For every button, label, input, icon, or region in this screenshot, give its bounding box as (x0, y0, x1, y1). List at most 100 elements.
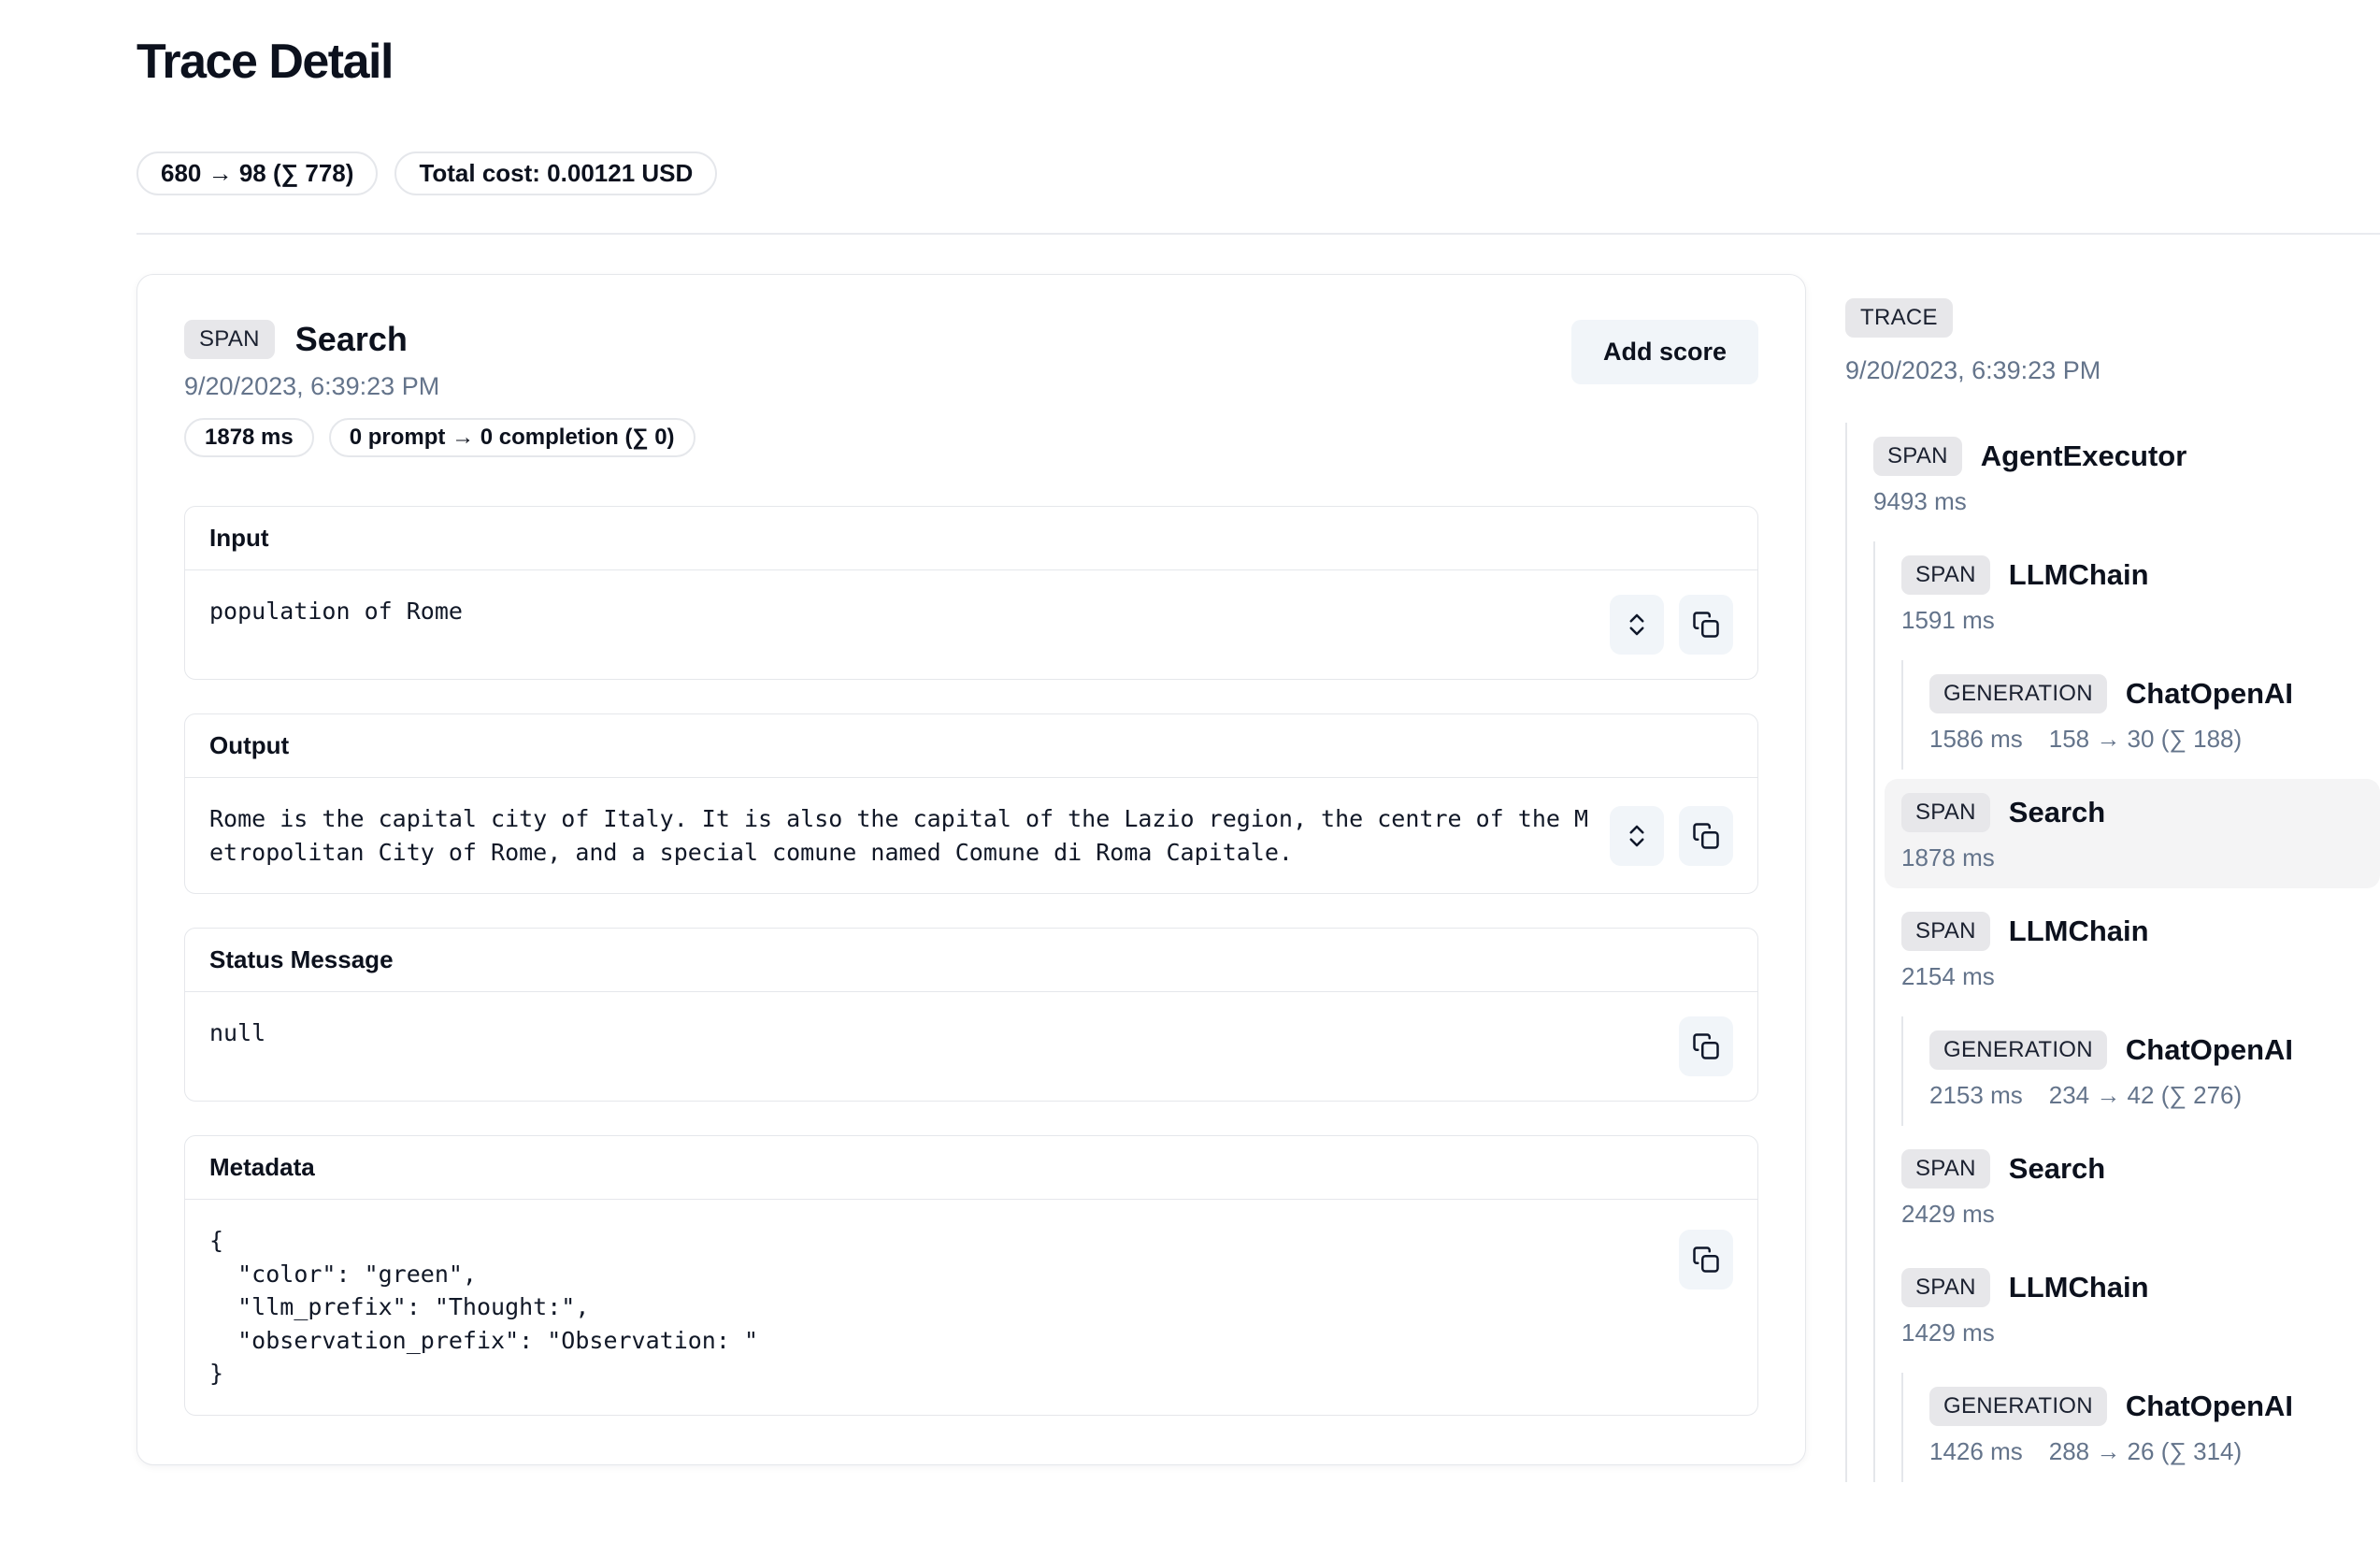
tree-children: SPAN LLMChain 1591 ms GENERATION ChatOpe… (1873, 541, 2380, 1482)
section-content: null (209, 1016, 1602, 1076)
tree-node-meta: 1591 ms (1901, 606, 2363, 635)
section-body: Rome is the capital city of Italy. It is… (185, 778, 1757, 893)
trace-timestamp: 9/20/2023, 6:39:23 PM (1845, 356, 2380, 385)
tree-node-meta: 1429 ms (1901, 1318, 2363, 1347)
header-divider (136, 233, 2380, 235)
copy-icon[interactable] (1679, 806, 1733, 866)
tree-node-latency: 1586 ms (1929, 725, 2023, 754)
tree-node-name: LLMChain (2009, 558, 2149, 592)
section-label: Metadata (185, 1136, 1757, 1200)
tree-node-latency: 2153 ms (1929, 1081, 2023, 1110)
tree-node-head[interactable]: SPAN LLMChain (1901, 555, 2363, 595)
observation-tree: SPAN AgentExecutor 9493 ms SPAN LLMChain… (1845, 423, 2380, 1482)
tree-node-latency: 2429 ms (1901, 1200, 1995, 1229)
tree-node-head[interactable]: GENERATION ChatOpenAI (1929, 674, 2363, 713)
tree-node-chatopenai[interactable]: GENERATION ChatOpenAI 2153 ms 234 → 42 (… (1913, 1016, 2380, 1126)
tree-node-name: ChatOpenAI (2126, 1390, 2293, 1423)
trace-tree-panel: TRACE 9/20/2023, 6:39:23 PM SPAN AgentEx… (1845, 274, 2380, 1491)
tree-node-head[interactable]: GENERATION ChatOpenAI (1929, 1387, 2363, 1426)
tree-node-head[interactable]: SPAN AgentExecutor (1873, 437, 2363, 476)
trace-tokens-badge: 680 → 98 (∑ 778) (136, 151, 378, 195)
tree-node-name: LLMChain (2009, 1271, 2149, 1304)
trace-summary-badges: 680 → 98 (∑ 778) Total cost: 0.00121 USD (136, 151, 2380, 195)
tree-node-llmchain[interactable]: SPAN LLMChain 1429 ms (1885, 1254, 2380, 1363)
section-label: Input (185, 507, 1757, 570)
span-latency-badge: 1878 ms (184, 418, 314, 457)
tree-node-meta: 1878 ms (1901, 843, 2363, 872)
tree-node-latency: 1429 ms (1901, 1318, 1995, 1347)
trace-cost-badge: Total cost: 0.00121 USD (394, 151, 717, 195)
tree-node-head[interactable]: GENERATION ChatOpenAI (1929, 1030, 2363, 1070)
tree-node-meta: 2153 ms 234 → 42 (∑ 276) (1929, 1081, 2363, 1110)
section-body: population of Rome (185, 570, 1757, 679)
tree-node-llmchain[interactable]: SPAN LLMChain 1591 ms (1885, 541, 2380, 651)
section-metadata: Metadata { "color": "green", "llm_prefix… (184, 1135, 1758, 1416)
add-score-button[interactable]: Add score (1571, 320, 1758, 384)
span-title-row: SPAN Search (184, 320, 695, 359)
tree-node-latency: 9493 ms (1873, 487, 1967, 516)
copy-icon[interactable] (1679, 595, 1733, 655)
section-content: { "color": "green", "llm_prefix": "Thoug… (209, 1224, 1602, 1390)
trace-type-badge: TRACE (1845, 298, 1953, 338)
tree-node-head[interactable]: SPAN LLMChain (1901, 912, 2363, 951)
tree-node-type-badge: SPAN (1901, 793, 1990, 832)
section-body: { "color": "green", "llm_prefix": "Thoug… (185, 1200, 1757, 1415)
tree-node-meta: 2429 ms (1901, 1200, 2363, 1229)
tree-node-latency: 2154 ms (1901, 962, 1995, 991)
tree-node-type-badge: GENERATION (1929, 1030, 2107, 1070)
tree-node-head[interactable]: SPAN Search (1901, 793, 2363, 832)
tree-children: GENERATION ChatOpenAI 2153 ms 234 → 42 (… (1901, 1016, 2380, 1126)
span-stat-pills: 1878 ms 0 prompt → 0 completion (∑ 0) (184, 418, 695, 457)
tree-node-meta: 1586 ms 158 → 30 (∑ 188) (1929, 725, 2363, 754)
tree-node-tokens: 288 → 26 (∑ 314) (2049, 1437, 2242, 1466)
span-type-badge: SPAN (184, 320, 275, 359)
tree-node-chatopenai[interactable]: GENERATION ChatOpenAI 1426 ms 288 → 26 (… (1913, 1373, 2380, 1482)
section-status-message: Status Message null (184, 928, 1758, 1102)
span-sections: Input population of Rome Output Rome is … (184, 506, 1758, 1416)
section-label: Output (185, 714, 1757, 778)
tree-node-search[interactable]: SPAN Search 2429 ms (1885, 1135, 2380, 1245)
section-content: population of Rome (209, 595, 1589, 655)
tree-node-type-badge: SPAN (1901, 1149, 1990, 1189)
span-detail-card: SPAN Search 9/20/2023, 6:39:23 PM 1878 m… (136, 274, 1806, 1465)
copy-icon[interactable] (1679, 1016, 1733, 1076)
tree-node-search[interactable]: SPAN Search 1878 ms (1885, 779, 2380, 888)
tree-node-head[interactable]: SPAN Search (1901, 1149, 2363, 1189)
tree-node-type-badge: SPAN (1901, 912, 1990, 951)
tree-node-meta: 1426 ms 288 → 26 (∑ 314) (1929, 1437, 2363, 1466)
tree-children: SPAN AgentExecutor 9493 ms SPAN LLMChain… (1845, 423, 2380, 1482)
span-card-header: SPAN Search 9/20/2023, 6:39:23 PM 1878 m… (184, 320, 1758, 457)
tree-node-name: Search (2009, 1152, 2105, 1186)
tree-node-type-badge: GENERATION (1929, 674, 2107, 713)
tree-children: GENERATION ChatOpenAI 1426 ms 288 → 26 (… (1901, 1373, 2380, 1482)
trace-root-item[interactable]: TRACE (1845, 298, 1953, 338)
tree-node-chatopenai[interactable]: GENERATION ChatOpenAI 1586 ms 158 → 30 (… (1913, 660, 2380, 770)
tree-node-latency: 1591 ms (1901, 606, 1995, 635)
section-output: Output Rome is the capital city of Italy… (184, 713, 1758, 894)
span-tokens-badge: 0 prompt → 0 completion (∑ 0) (329, 418, 695, 457)
tree-node-agentexecutor[interactable]: SPAN AgentExecutor 9493 ms (1857, 423, 2380, 532)
page-title: Trace Detail (136, 34, 2380, 90)
tree-children: GENERATION ChatOpenAI 1586 ms 158 → 30 (… (1901, 660, 2380, 770)
span-card-header-left: SPAN Search 9/20/2023, 6:39:23 PM 1878 m… (184, 320, 695, 457)
tree-node-name: ChatOpenAI (2126, 1033, 2293, 1067)
trace-detail-page: Trace Detail 680 → 98 (∑ 778) Total cost… (0, 0, 2380, 1491)
section-content: Rome is the capital city of Italy. It is… (209, 802, 1589, 869)
section-body: null (185, 992, 1757, 1101)
span-title: Search (295, 320, 408, 359)
span-timestamp: 9/20/2023, 6:39:23 PM (184, 372, 695, 401)
section-label: Status Message (185, 929, 1757, 992)
copy-icon[interactable] (1679, 1230, 1733, 1289)
chevrons-up-down-icon[interactable] (1610, 595, 1664, 655)
tree-node-latency: 1878 ms (1901, 843, 1995, 872)
tree-node-meta: 2154 ms (1901, 962, 2363, 991)
tree-node-tokens: 158 → 30 (∑ 188) (2049, 725, 2242, 754)
section-input: Input population of Rome (184, 506, 1758, 680)
chevrons-up-down-icon[interactable] (1610, 806, 1664, 866)
tree-node-type-badge: SPAN (1901, 1268, 1990, 1307)
section-actions (1610, 595, 1733, 655)
tree-node-name: LLMChain (2009, 915, 2149, 948)
tree-node-llmchain[interactable]: SPAN LLMChain 2154 ms (1885, 898, 2380, 1007)
tree-node-head[interactable]: SPAN LLMChain (1901, 1268, 2363, 1307)
tree-node-name: AgentExecutor (1981, 439, 2186, 473)
